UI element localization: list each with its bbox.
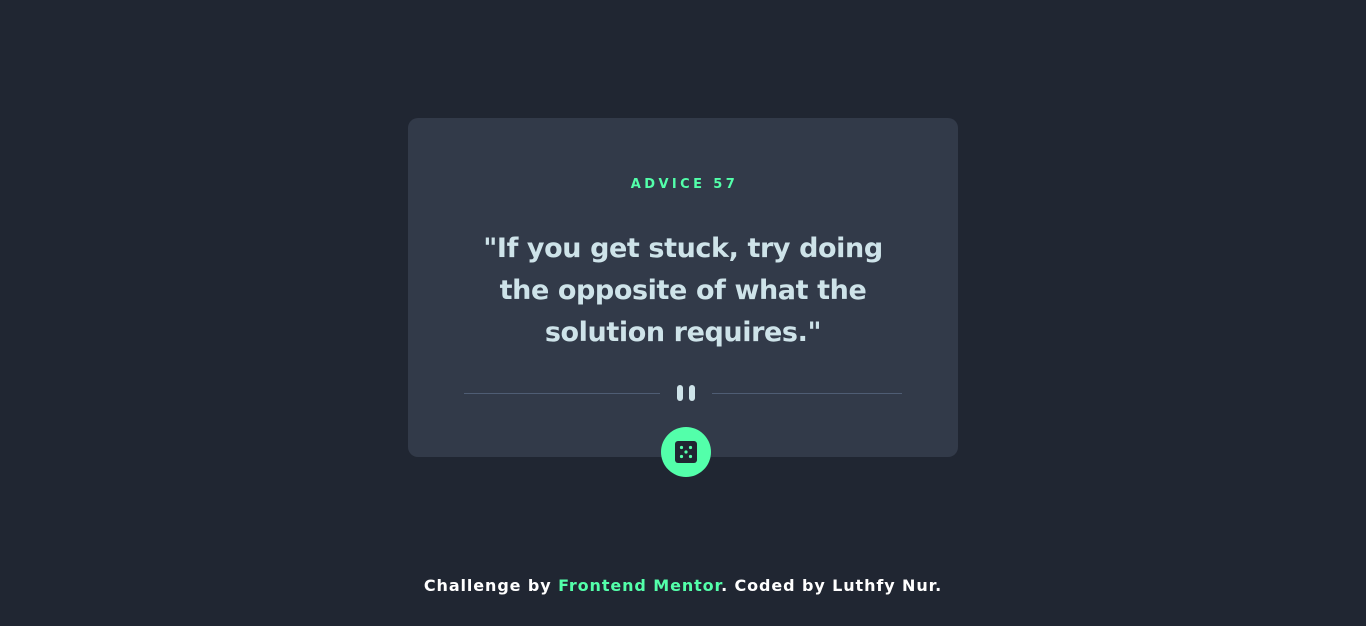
attribution-footer: Challenge by Frontend Mentor. Coded by L… (0, 576, 1366, 596)
footer-suffix: . Coded by Luthfy Nur. (721, 576, 943, 595)
advice-quote: "If you get stuck, try doing the opposit… (483, 233, 883, 348)
dice-icon (675, 441, 697, 463)
pause-icon (677, 385, 697, 401)
advice-card: ADVICE 57 "If you get stuck, try doing t… (408, 118, 958, 457)
new-advice-button[interactable] (661, 427, 711, 477)
frontend-mentor-link[interactable]: Frontend Mentor (558, 576, 721, 595)
footer-prefix: Challenge by (423, 576, 559, 595)
divider-line-left (464, 393, 660, 394)
divider-line-right (712, 393, 902, 394)
divider (464, 384, 902, 402)
advice-number-label: ADVICE 57 (630, 177, 739, 192)
